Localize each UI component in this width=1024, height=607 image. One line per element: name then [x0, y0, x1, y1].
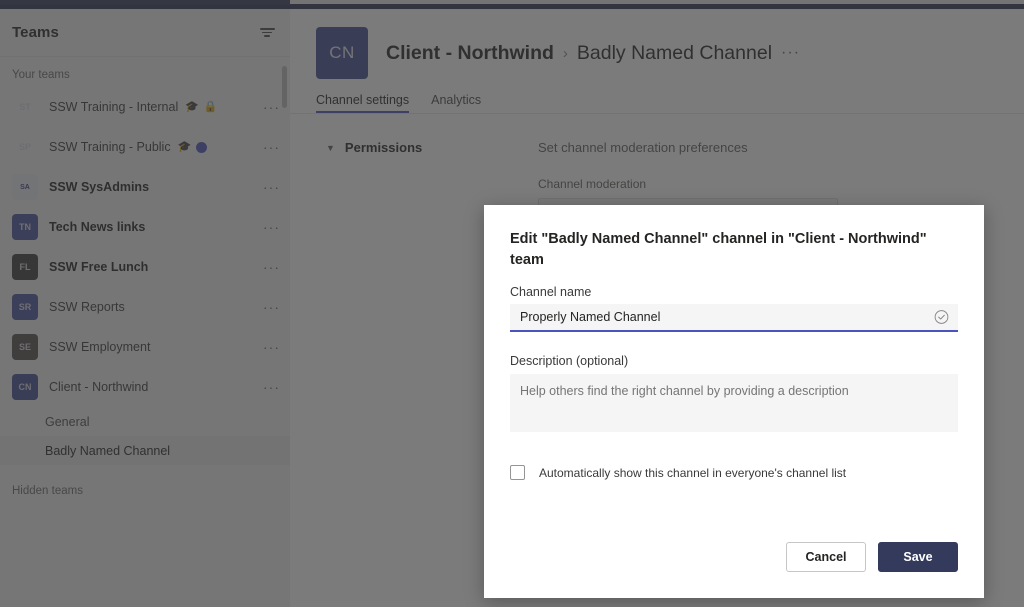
channel-name-label: Channel name	[484, 271, 984, 304]
channel-name-input[interactable]	[510, 304, 958, 330]
dialog-title: Edit "Badly Named Channel" channel in "C…	[484, 205, 984, 271]
teams-app-window: Teams Your teams ST SSW Training - Inter…	[0, 0, 1024, 607]
dialog-actions: Cancel Save	[786, 542, 958, 572]
auto-show-channel-checkbox[interactable]	[510, 465, 525, 480]
edit-channel-dialog: Edit "Badly Named Channel" channel in "C…	[484, 205, 984, 598]
description-label: Description (optional)	[484, 332, 984, 374]
channel-name-field-wrap	[510, 304, 958, 332]
check-circle-icon	[934, 310, 949, 325]
description-field-wrap	[510, 374, 958, 437]
cancel-button[interactable]: Cancel	[786, 542, 866, 572]
description-input[interactable]	[510, 374, 958, 432]
auto-show-channel-row[interactable]: Automatically show this channel in every…	[510, 465, 958, 480]
auto-show-channel-label: Automatically show this channel in every…	[539, 466, 846, 480]
save-button[interactable]: Save	[878, 542, 958, 572]
